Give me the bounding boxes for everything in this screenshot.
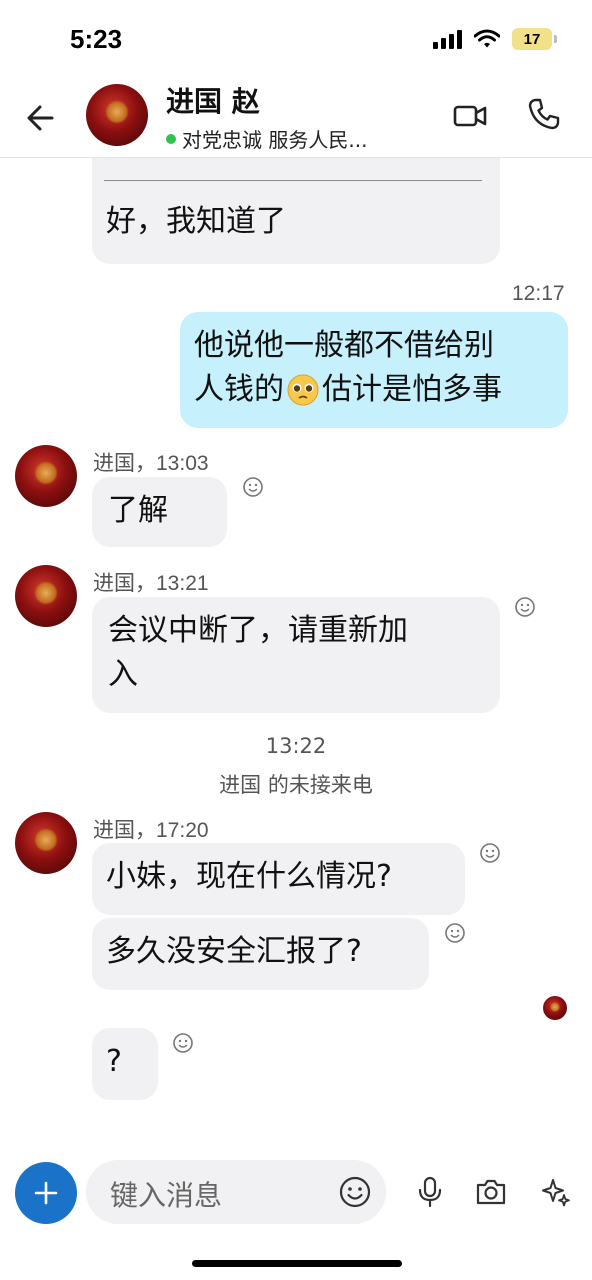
incoming-bubble[interactable]: ? [92, 1028, 158, 1100]
video-camera-icon[interactable] [452, 98, 488, 134]
smiley-react-icon[interactable] [479, 842, 501, 864]
read-receipt-avatar [543, 996, 567, 1020]
missed-call-time: 13:22 [265, 734, 327, 758]
battery-indicator: 17 [512, 28, 557, 50]
status-icons: 17 [433, 28, 557, 50]
smiley-react-icon[interactable] [242, 476, 264, 498]
smiley-react-icon[interactable] [172, 1032, 194, 1054]
outgoing-text-line2b: 估计是怕多事 [322, 372, 502, 407]
status-time: 5:23 [70, 24, 123, 54]
back-arrow-icon[interactable] [22, 98, 62, 138]
sender-avatar[interactable] [15, 445, 77, 507]
incoming-bubble[interactable]: 小妹，现在什么情况? [92, 843, 465, 915]
sparkle-icon[interactable] [540, 1176, 572, 1208]
message-text: ? [106, 1044, 122, 1079]
sender-avatar[interactable] [15, 812, 77, 874]
quote-divider [104, 180, 482, 181]
message-text: 了解 [108, 493, 168, 528]
outgoing-text-line1: 他说他一般都不借给别 [194, 328, 494, 363]
camera-icon[interactable] [475, 1176, 507, 1208]
home-indicator [192, 1260, 402, 1267]
message-input-placeholder: 键入消息 [110, 1179, 223, 1212]
wifi-icon [474, 29, 500, 48]
pleading-face-emoji [287, 374, 319, 406]
plus-button[interactable] [15, 1162, 77, 1224]
sender-avatar[interactable] [15, 565, 77, 627]
emoji-icon[interactable] [338, 1175, 372, 1209]
incoming-bubble[interactable]: 多久没安全汇报了? [92, 918, 429, 990]
message-text: 小妹，现在什么情况? [106, 859, 392, 894]
incoming-bubble[interactable]: 会议中断了，请重新加 入 [92, 597, 500, 713]
quoted-reply-text: 好，我知道了 [106, 204, 286, 239]
outgoing-timestamp: 12:17 [512, 282, 565, 305]
contact-status-text: 对党忠诚 服务人民... [182, 128, 368, 152]
message-meta: 进国，13:21 [93, 572, 209, 595]
message-text: 多久没安全汇报了? [106, 934, 362, 969]
smiley-react-icon[interactable] [444, 922, 466, 944]
outgoing-bubble[interactable]: 他说他一般都不借给别 人钱的 估计是怕多事 [180, 312, 568, 428]
chat-header: 进国 赵 对党忠诚 服务人民... [0, 80, 592, 158]
plus-icon [34, 1181, 58, 1205]
missed-call-label[interactable]: 进国 的未接来电 [0, 769, 592, 799]
contact-name[interactable]: 进国 赵 [166, 80, 260, 120]
message-input[interactable]: 键入消息 [86, 1160, 386, 1224]
message-composer: 键入消息 [0, 1150, 592, 1240]
message-text-line2: 入 [108, 657, 138, 692]
microphone-icon[interactable] [414, 1176, 446, 1208]
message-meta: 进国，13:03 [93, 452, 209, 475]
contact-avatar[interactable] [86, 84, 148, 146]
contact-status: 对党忠诚 服务人民... [166, 124, 367, 153]
status-bar: 5:23 17 [0, 0, 592, 80]
phone-icon[interactable] [526, 96, 562, 132]
message-text-line1: 会议中断了，请重新加 [108, 613, 408, 648]
smiley-react-icon[interactable] [514, 596, 536, 618]
message-meta: 进国，17:20 [93, 819, 209, 842]
cellular-signal-icon [433, 29, 462, 49]
incoming-bubble[interactable]: 了解 [92, 477, 227, 547]
outgoing-text-line2a: 人钱的 [194, 372, 284, 407]
online-status-dot [166, 133, 176, 144]
